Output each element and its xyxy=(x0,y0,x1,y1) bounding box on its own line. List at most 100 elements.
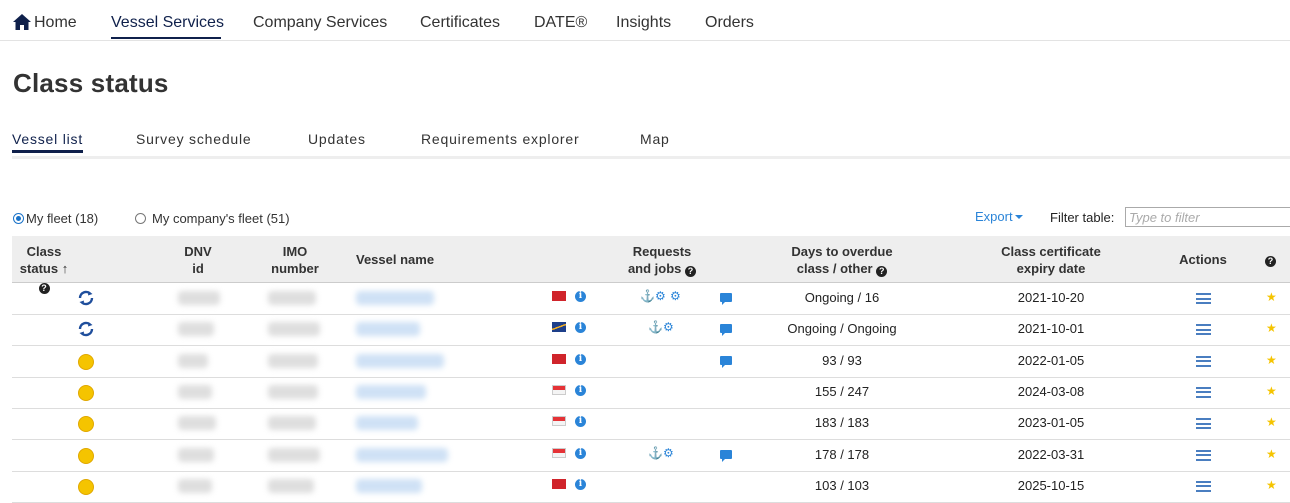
sort-up-icon: ↑ xyxy=(61,261,69,276)
table-row[interactable]: i ⚓ ⚙ Ongoing / Ongoing 2021-10-01 ★ xyxy=(12,314,1290,347)
status-yellow-icon xyxy=(78,478,94,495)
star-icon[interactable]: ★ xyxy=(1266,321,1277,335)
filter-input[interactable] xyxy=(1125,207,1290,227)
imo-redacted xyxy=(268,416,316,431)
tab-updates[interactable]: Updates xyxy=(308,131,366,147)
gear-icon[interactable]: ⚙ xyxy=(663,447,674,459)
help-icon[interactable]: ? xyxy=(1265,256,1276,267)
nav-orders[interactable]: Orders xyxy=(705,14,754,32)
anchor-icon[interactable]: ⚓ xyxy=(640,290,655,302)
actions-menu-icon[interactable] xyxy=(1196,324,1211,336)
flag-icon xyxy=(552,353,566,364)
status-yellow-icon xyxy=(78,384,94,401)
dnv-id-redacted xyxy=(178,384,212,399)
actions-menu-icon[interactable] xyxy=(1196,449,1211,461)
th-imo-number[interactable]: IMO number xyxy=(262,243,328,277)
dnv-id-redacted xyxy=(178,416,216,431)
vessel-name-link[interactable] xyxy=(356,416,418,431)
info-icon[interactable]: i xyxy=(575,353,586,365)
nav-date[interactable]: DATE® xyxy=(534,14,587,32)
nav-vessel-services[interactable]: Vessel Services xyxy=(111,14,224,32)
th-vessel-name[interactable]: Vessel name xyxy=(356,251,434,268)
table-row[interactable]: i 155 / 247 2024-03-08 ★ xyxy=(12,377,1290,409)
comment-icon[interactable] xyxy=(720,355,732,368)
imo-redacted xyxy=(268,447,320,462)
my-fleet-label: My fleet (18) xyxy=(26,211,99,226)
th-days-line2: class / other xyxy=(796,261,873,276)
table-row[interactable]: i 93 / 93 2022-01-05 ★ xyxy=(12,346,1290,378)
flag-icon xyxy=(552,478,566,489)
nav-company-services[interactable]: Company Services xyxy=(253,14,387,32)
actions-menu-icon[interactable] xyxy=(1196,386,1211,398)
my-fleet-radio[interactable]: My fleet (18) xyxy=(13,211,98,226)
vessel-name-link[interactable] xyxy=(356,322,420,337)
table-row[interactable]: i ⚓ ⚙ ⚙ Ongoing / 16 2021-10-20 ★ xyxy=(12,283,1290,315)
table-row[interactable]: i 183 / 183 2023-01-05 ★ xyxy=(12,408,1290,441)
gear-icon[interactable]: ⚙ xyxy=(655,290,666,302)
th-expiry[interactable]: Class certificate expiry date xyxy=(981,243,1121,277)
info-icon[interactable]: i xyxy=(575,291,586,302)
nav-insights[interactable]: Insights xyxy=(616,14,671,32)
comment-icon[interactable] xyxy=(720,324,732,337)
comment-icon[interactable] xyxy=(720,293,732,305)
vessel-name-link[interactable] xyxy=(356,447,448,462)
th-days-overdue[interactable]: Days to overdue class / other ? xyxy=(777,243,907,277)
days-to-overdue: 103 / 103 xyxy=(814,477,870,493)
company-fleet-radio[interactable]: My company's fleet (51) xyxy=(135,211,290,226)
info-icon[interactable]: i xyxy=(575,478,586,490)
imo-redacted xyxy=(268,291,316,305)
th-help[interactable]: ? xyxy=(1265,250,1276,267)
radio-unselected-icon xyxy=(135,213,146,224)
vessel-name-link[interactable] xyxy=(356,478,422,493)
table-header: Class status ↑ ? DNV id IMO number Vesse… xyxy=(12,236,1290,294)
dnv-id-redacted xyxy=(178,447,214,462)
info-icon[interactable]: i xyxy=(575,416,586,428)
gear-icon[interactable]: ⚙ xyxy=(670,290,681,302)
tab-survey-schedule[interactable]: Survey schedule xyxy=(136,131,252,147)
tab-requirements-explorer[interactable]: Requirements explorer xyxy=(421,131,579,147)
star-icon[interactable]: ★ xyxy=(1266,384,1277,398)
table-row[interactable]: i ⚓ ⚙ 178 / 178 2022-03-31 ★ xyxy=(12,440,1290,472)
star-icon[interactable]: ★ xyxy=(1266,447,1277,461)
actions-menu-icon[interactable] xyxy=(1196,480,1211,492)
th-dnv-id[interactable]: DNV id xyxy=(176,243,220,277)
star-icon[interactable]: ★ xyxy=(1266,478,1277,492)
info-icon[interactable]: i xyxy=(575,447,586,459)
sub-tabs: Vessel list Survey schedule Updates Requ… xyxy=(12,128,1290,159)
star-icon[interactable]: ★ xyxy=(1266,290,1277,304)
radio-selected-icon xyxy=(13,213,24,224)
imo-redacted xyxy=(268,478,314,493)
export-dropdown[interactable]: Export xyxy=(975,209,1023,224)
actions-menu-icon[interactable] xyxy=(1196,355,1211,367)
tab-map[interactable]: Map xyxy=(640,131,670,147)
info-icon[interactable]: i xyxy=(575,384,586,396)
star-icon[interactable]: ★ xyxy=(1266,415,1277,429)
nav-certificates[interactable]: Certificates xyxy=(420,14,500,32)
dnv-id-redacted xyxy=(178,478,212,493)
anchor-icon[interactable]: ⚓ xyxy=(648,447,663,459)
nav-home[interactable]: Home xyxy=(34,14,77,32)
help-icon[interactable]: ? xyxy=(685,266,697,277)
page-title: Class status xyxy=(13,68,169,98)
expiry-date: 2024-03-08 xyxy=(1017,383,1085,399)
status-yellow-icon xyxy=(78,447,94,464)
dnv-id-redacted xyxy=(178,322,214,337)
info-icon[interactable]: i xyxy=(575,322,586,334)
vessel-name-link[interactable] xyxy=(356,353,444,368)
th-requests[interactable]: Requests and jobs ? xyxy=(612,243,712,277)
expiry-date: 2022-03-31 xyxy=(1017,446,1085,462)
star-icon[interactable]: ★ xyxy=(1266,353,1277,367)
anchor-icon[interactable]: ⚓ xyxy=(648,321,663,333)
gear-icon[interactable]: ⚙ xyxy=(663,321,674,333)
vessel-name-link[interactable] xyxy=(356,384,426,399)
vessel-name-link[interactable] xyxy=(356,291,434,305)
home-icon[interactable] xyxy=(13,14,31,30)
help-icon[interactable]: ? xyxy=(876,266,888,277)
tab-vessel-list[interactable]: Vessel list xyxy=(12,131,84,153)
flag-icon xyxy=(552,384,566,395)
days-to-overdue: 93 / 93 xyxy=(822,352,862,368)
actions-menu-icon[interactable] xyxy=(1196,418,1211,430)
comment-icon[interactable] xyxy=(720,449,732,462)
table-row[interactable]: i 103 / 103 2025-10-15 ★ xyxy=(12,471,1290,503)
actions-menu-icon[interactable] xyxy=(1196,293,1211,304)
